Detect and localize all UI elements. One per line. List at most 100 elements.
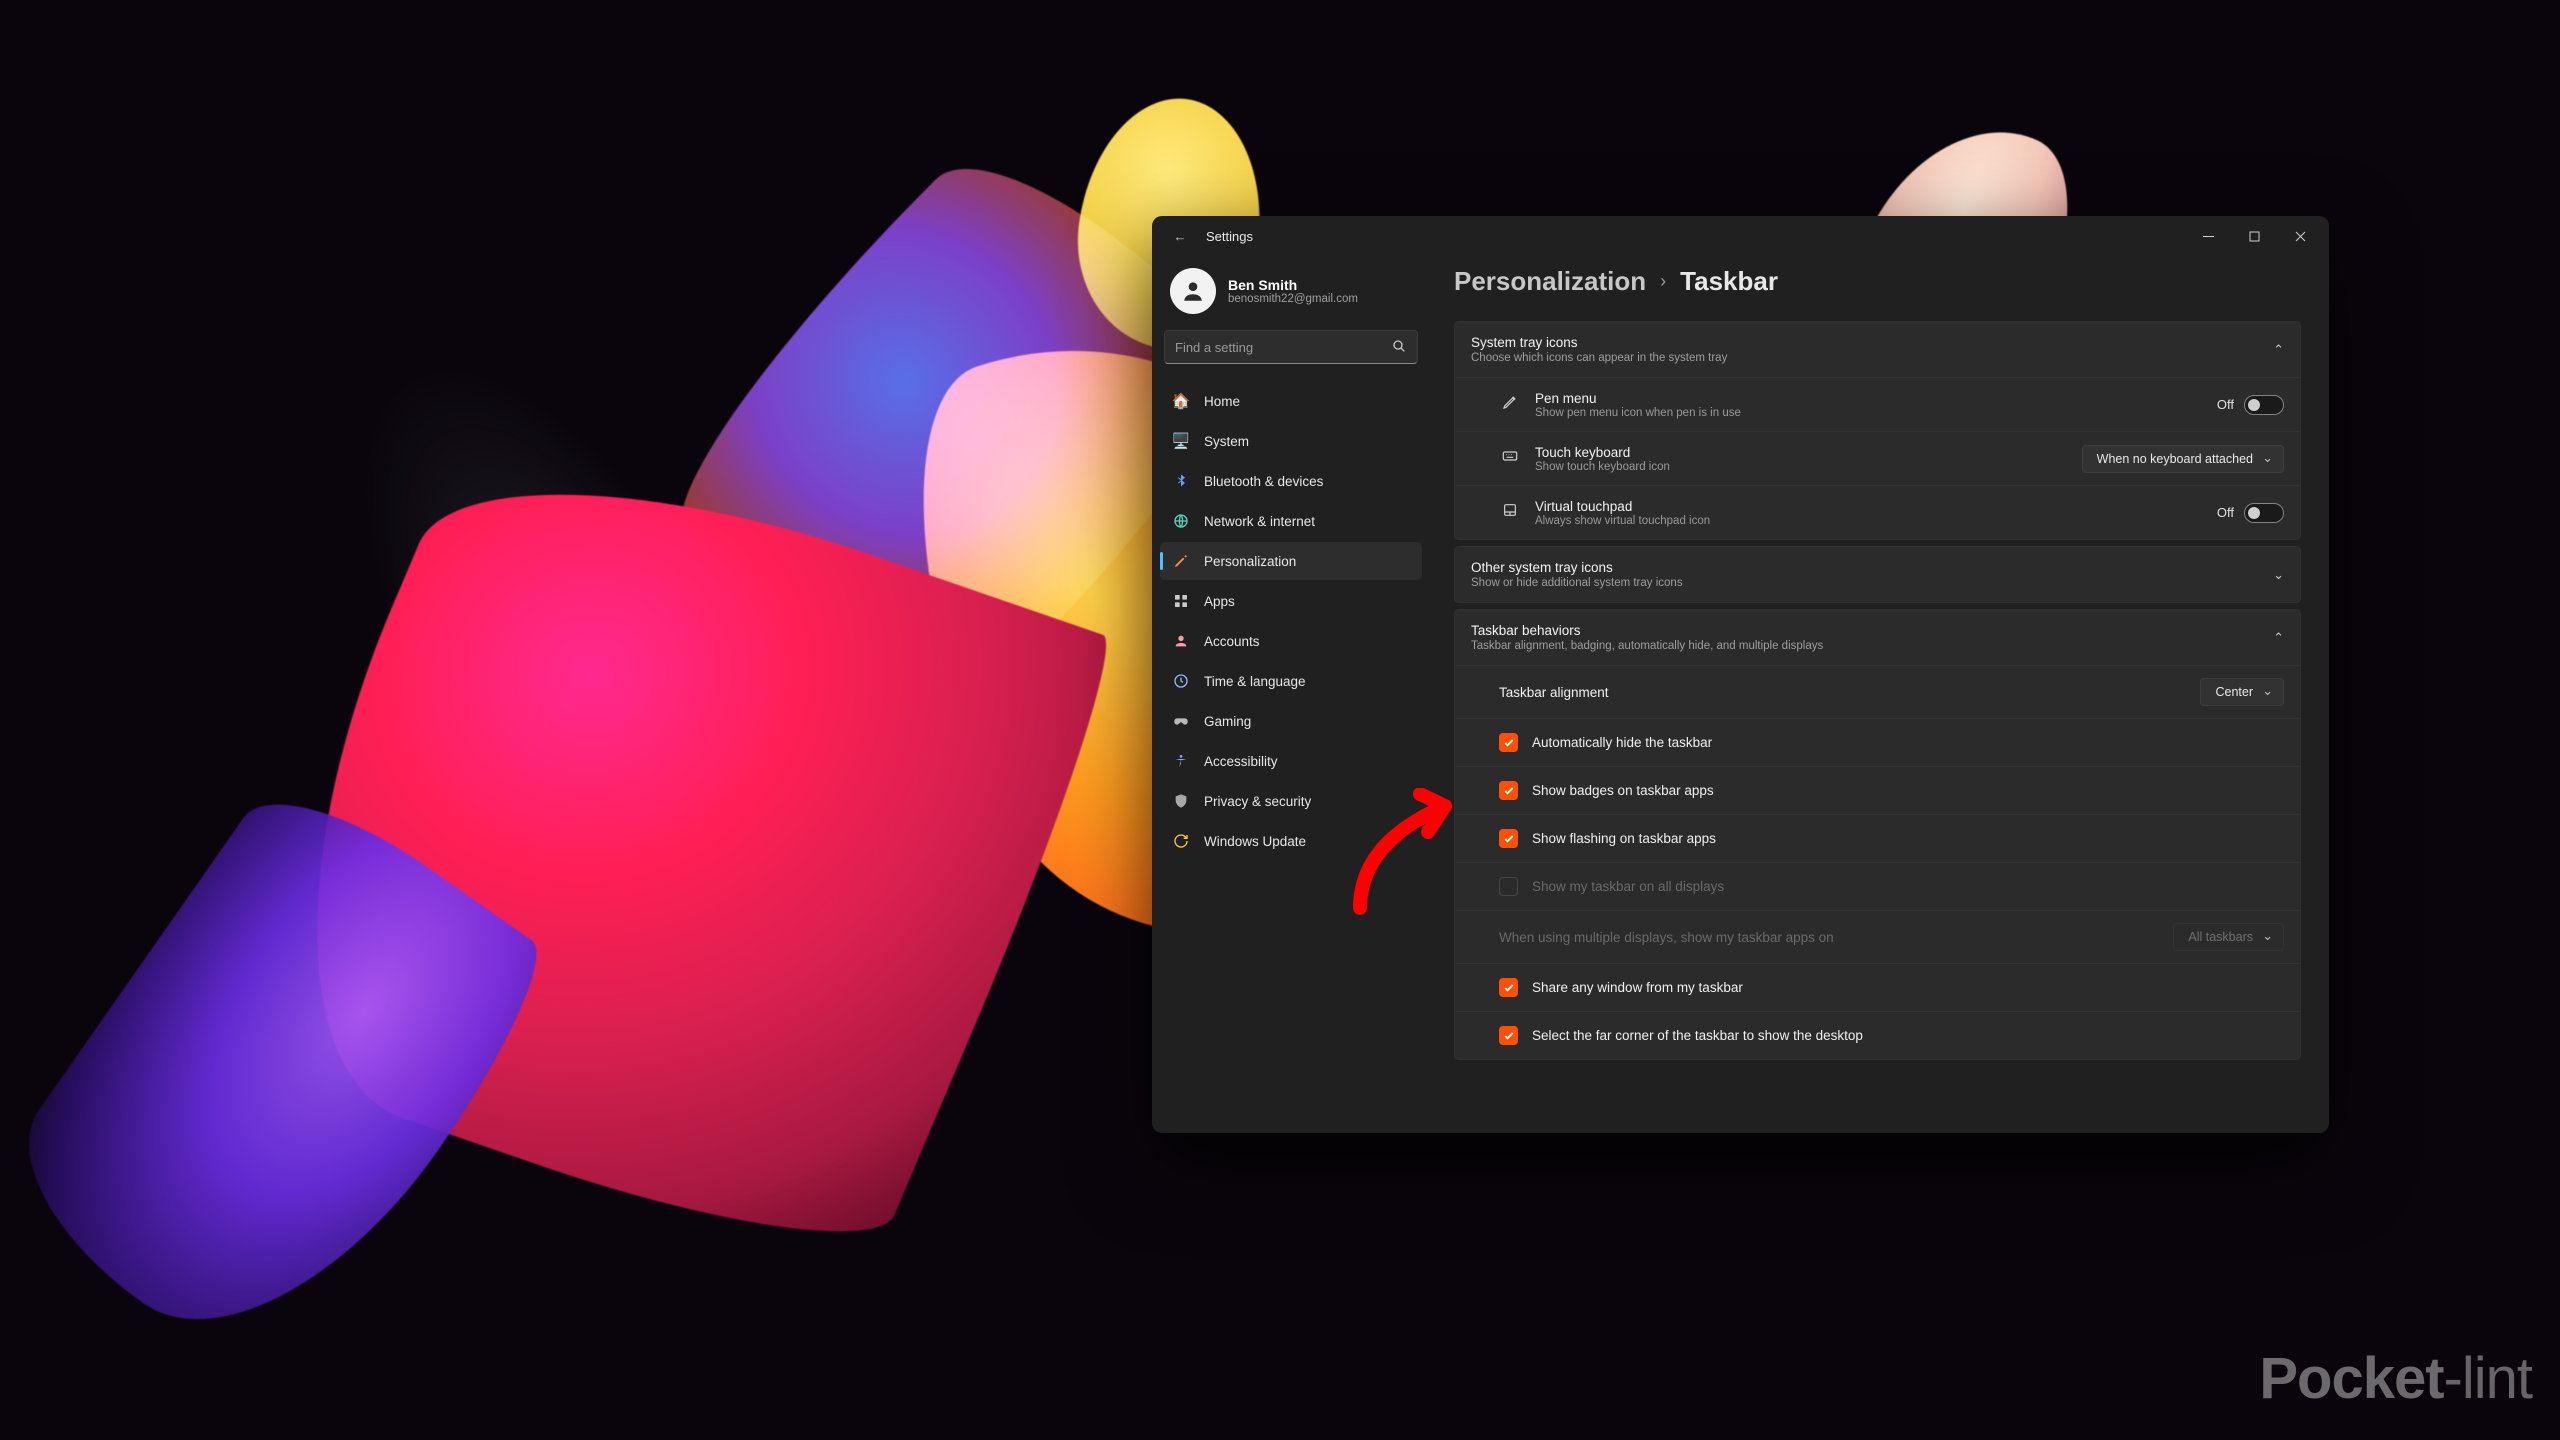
row-title: Pen menu [1535,391,2203,406]
checkbox-checked-icon[interactable] [1499,1026,1518,1045]
checkbox-checked-icon[interactable] [1499,781,1518,800]
taskbar-alignment-select[interactable]: Center [2200,678,2284,706]
row-title: Touch keyboard [1535,445,2068,460]
select-value: All taskbars [2188,930,2253,944]
system-tray-header[interactable]: System tray icons Choose which icons can… [1455,322,2300,377]
window-title: Settings [1206,229,1253,244]
badges-checkbox-row[interactable]: Show badges on taskbar apps [1455,766,2300,814]
watermark: Pocket-lint [2259,1345,2532,1412]
sidebar-item-bluetooth[interactable]: Bluetooth & devices [1160,462,1422,500]
sidebar-item-home[interactable]: 🏠 Home [1160,382,1422,420]
back-button[interactable]: ← [1168,229,1192,244]
row-subtitle: Show touch keyboard icon [1535,461,2068,473]
other-tray-header[interactable]: Other system tray icons Show or hide add… [1455,547,2300,602]
pen-menu-toggle[interactable]: Off [2217,395,2284,415]
keyboard-icon [1499,448,1521,469]
maximize-button[interactable] [2231,220,2277,252]
multi-display-select: All taskbars [2173,923,2284,951]
row-title: Virtual touchpad [1535,499,2203,514]
alldisplays-checkbox-row: Show my taskbar on all displays [1455,862,2300,910]
checkbox-label: Share any window from my taskbar [1532,980,2284,995]
share-window-checkbox-row[interactable]: Share any window from my taskbar [1455,963,2300,1011]
virtual-touchpad-toggle[interactable]: Off [2217,503,2284,523]
far-corner-checkbox-row[interactable]: Select the far corner of the taskbar to … [1455,1011,2300,1059]
checkbox-label: Automatically hide the taskbar [1532,735,2284,750]
checkbox-label: Select the far corner of the taskbar to … [1532,1028,2284,1043]
close-button[interactable] [2277,220,2323,252]
chevron-down-icon: ⌄ [2273,567,2284,583]
sidebar-item-label: Personalization [1204,554,1296,569]
sidebar: Ben Smith benosmith22@gmail.com 🏠 Home [1152,256,1430,1133]
search-input[interactable] [1175,340,1391,355]
settings-window: ← Settings Ben Smith [1152,216,2329,1133]
checkbox-label: Show flashing on taskbar apps [1532,831,2284,846]
checkbox-unchecked-icon [1499,877,1518,896]
privacy-icon [1172,792,1190,810]
multi-display-row: When using multiple displays, show my ta… [1455,910,2300,963]
toggle-switch[interactable] [2244,395,2284,415]
search-box[interactable] [1164,330,1418,364]
section-subtitle: Show or hide additional system tray icon… [1471,577,2273,589]
gaming-icon [1172,712,1190,730]
sidebar-item-label: Bluetooth & devices [1204,474,1323,489]
sidebar-item-gaming[interactable]: Gaming [1160,702,1422,740]
accounts-icon [1172,632,1190,650]
checkbox-checked-icon[interactable] [1499,733,1518,752]
autohide-checkbox-row[interactable]: Automatically hide the taskbar [1455,718,2300,766]
sidebar-item-personalization[interactable]: Personalization [1160,542,1422,580]
pen-menu-row: Pen menu Show pen menu icon when pen is … [1455,377,2300,431]
taskbar-alignment-row: Taskbar alignment Center [1455,665,2300,718]
sidebar-item-accessibility[interactable]: Accessibility [1160,742,1422,780]
sidebar-item-label: Accounts [1204,634,1260,649]
user-name: Ben Smith [1228,277,1358,293]
select-value: Center [2215,685,2253,699]
sidebar-item-label: Privacy & security [1204,794,1311,809]
sidebar-item-label: Time & language [1204,674,1306,689]
sidebar-item-label: Gaming [1204,714,1251,729]
checkbox-label: Show badges on taskbar apps [1532,783,2284,798]
user-email: benosmith22@gmail.com [1228,293,1358,305]
sidebar-item-label: Accessibility [1204,754,1278,769]
sidebar-item-label: Windows Update [1204,834,1306,849]
breadcrumb-current: Taskbar [1680,266,1778,297]
minimize-button[interactable] [2185,220,2231,252]
titlebar[interactable]: ← Settings [1152,216,2329,256]
flashing-checkbox-row[interactable]: Show flashing on taskbar apps [1455,814,2300,862]
bluetooth-icon [1172,472,1190,490]
toggle-switch[interactable] [2244,503,2284,523]
network-icon [1172,512,1190,530]
checkbox-checked-icon[interactable] [1499,829,1518,848]
sidebar-item-time[interactable]: Time & language [1160,662,1422,700]
sidebar-item-label: Apps [1204,594,1235,609]
system-tray-section: System tray icons Choose which icons can… [1454,321,2301,540]
sidebar-item-privacy[interactable]: Privacy & security [1160,782,1422,820]
taskbar-behaviors-header[interactable]: Taskbar behaviors Taskbar alignment, bad… [1455,610,2300,665]
user-profile[interactable]: Ben Smith benosmith22@gmail.com [1160,264,1422,330]
sidebar-item-network[interactable]: Network & internet [1160,502,1422,540]
pen-icon [1499,394,1521,415]
section-title: Taskbar behaviors [1471,623,2273,638]
sidebar-item-apps[interactable]: Apps [1160,582,1422,620]
sidebar-item-update[interactable]: Windows Update [1160,822,1422,860]
breadcrumb: Personalization › Taskbar [1454,266,2301,297]
touch-keyboard-select[interactable]: When no keyboard attached [2082,445,2284,473]
section-title: Other system tray icons [1471,560,2273,575]
row-subtitle: Show pen menu icon when pen is in use [1535,407,2203,419]
sidebar-item-system[interactable]: 🖥️ System [1160,422,1422,460]
chevron-up-icon: ⌃ [2273,342,2284,358]
breadcrumb-parent[interactable]: Personalization [1454,266,1646,297]
system-icon: 🖥️ [1172,432,1190,450]
search-icon [1391,338,1407,357]
toggle-label: Off [2217,397,2234,412]
toggle-label: Off [2217,505,2234,520]
sidebar-item-accounts[interactable]: Accounts [1160,622,1422,660]
update-icon [1172,832,1190,850]
accessibility-icon [1172,752,1190,770]
touch-keyboard-row: Touch keyboard Show touch keyboard icon … [1455,431,2300,485]
sidebar-item-label: System [1204,434,1249,449]
checkbox-label: Show my taskbar on all displays [1532,879,2284,894]
checkbox-checked-icon[interactable] [1499,978,1518,997]
home-icon: 🏠 [1172,392,1190,410]
virtual-touchpad-row: Virtual touchpad Always show virtual tou… [1455,485,2300,539]
chevron-up-icon: ⌃ [2273,630,2284,646]
